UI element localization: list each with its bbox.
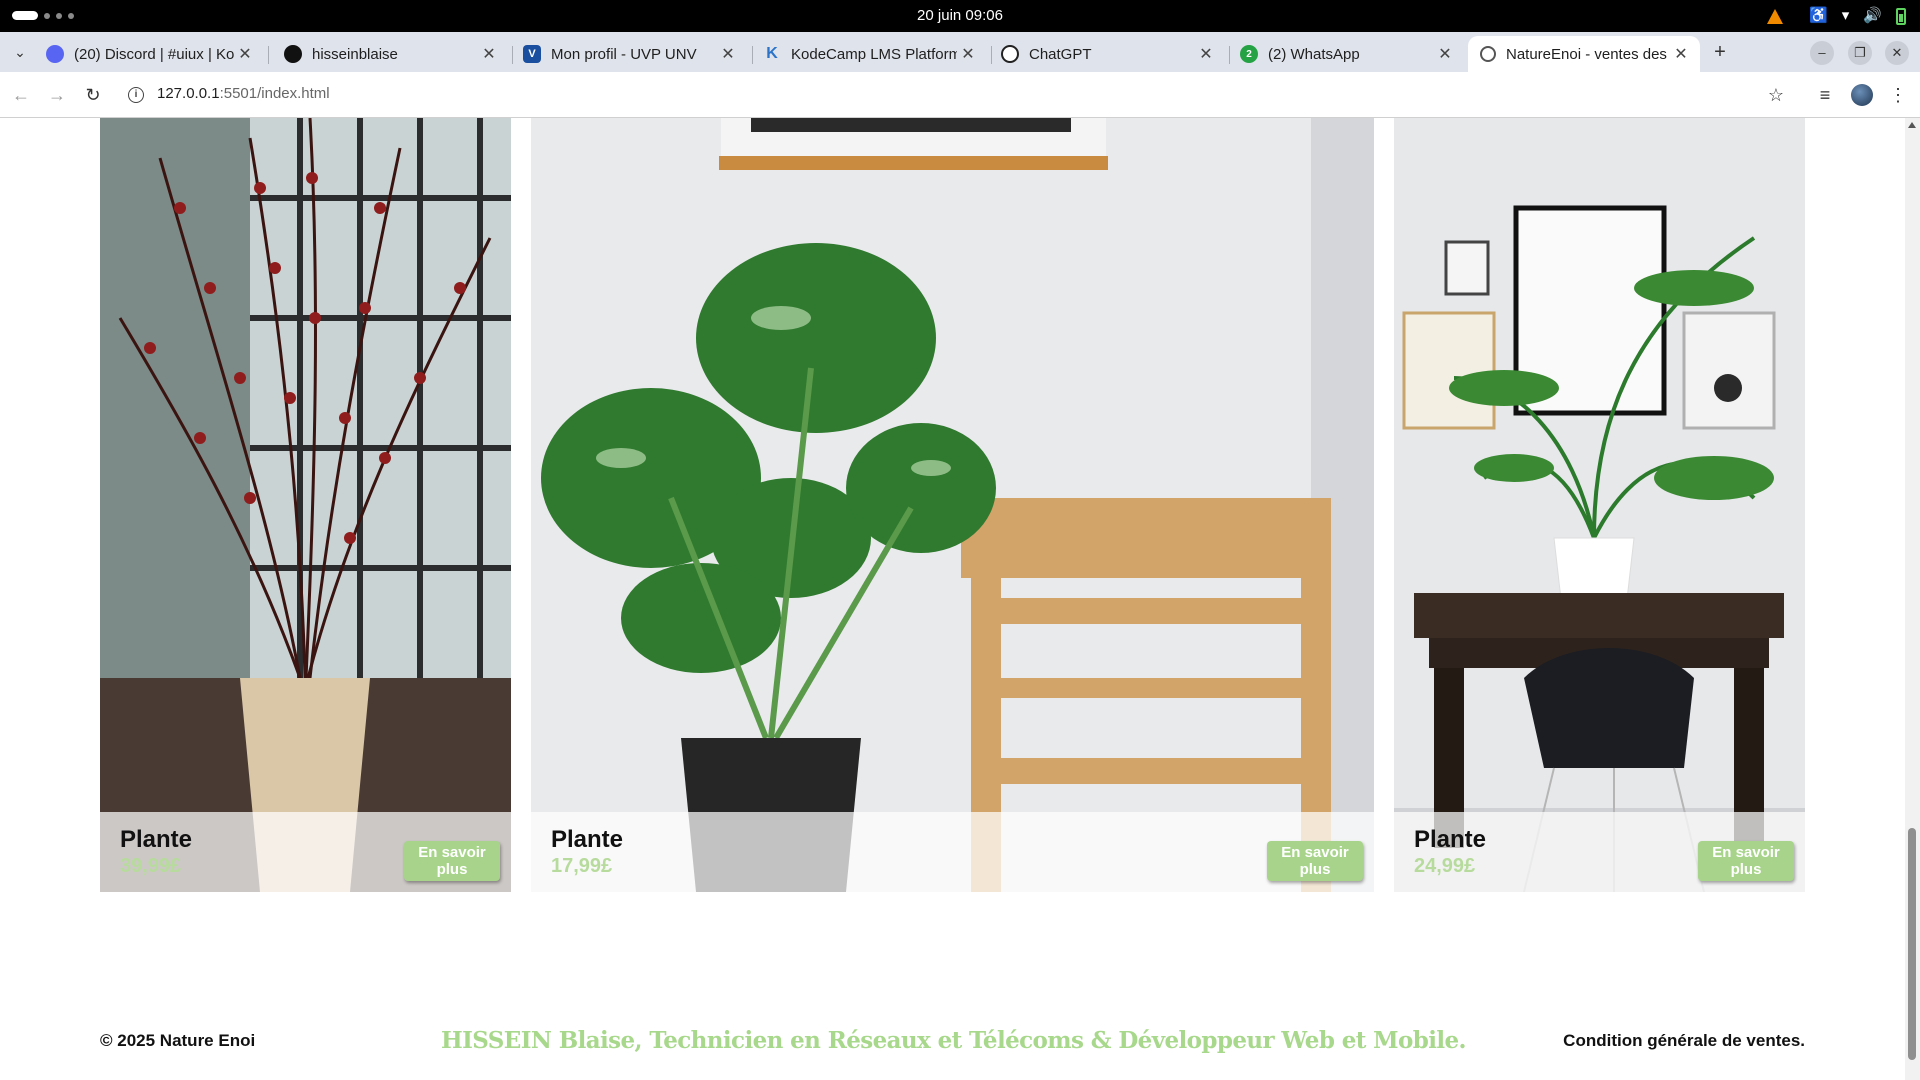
browser-toolbar: ← → ↻ i 127.0.0.1:5501/index.html ☆ ≡ ⋮ (0, 72, 1920, 118)
tab-title: (2) WhatsApp (1268, 45, 1360, 63)
close-icon[interactable]: ✕ (478, 44, 500, 64)
url-host: 127.0.0.1 (157, 85, 220, 102)
product-photo-palm (1394, 118, 1805, 892)
close-icon[interactable]: ✕ (957, 44, 979, 64)
scrollbar-thumb[interactable] (1908, 828, 1916, 1060)
github-icon (284, 45, 302, 63)
kodecamp-icon: K (766, 45, 778, 62)
wifi-icon[interactable]: ▾ (1842, 5, 1850, 27)
system-tray[interactable]: ♿ ▾ 🔊 (1767, 5, 1906, 27)
site-info-icon[interactable]: i (128, 87, 144, 103)
minimize-button[interactable]: – (1810, 41, 1834, 65)
product-photo-monstera (531, 118, 1374, 892)
tab-search-icon[interactable]: ⌄ (8, 40, 32, 64)
product-photo-willow (100, 118, 511, 892)
close-icon[interactable]: ✕ (717, 44, 739, 64)
url-path: :5501/index.html (219, 85, 330, 102)
vlc-icon[interactable] (1767, 8, 1784, 24)
restore-button[interactable]: ❐ (1848, 41, 1872, 65)
terms-link[interactable]: Condition générale de ventes. (1563, 1031, 1805, 1051)
tab-chatgpt[interactable]: ChatGPT ✕ (989, 36, 1225, 72)
product-name: Plante (551, 826, 624, 853)
uvp-icon: V (523, 45, 541, 63)
media-control-icon[interactable]: ≡ (1813, 83, 1837, 107)
volume-icon[interactable]: 🔊 (1863, 5, 1882, 27)
close-icon[interactable]: ✕ (1195, 44, 1217, 64)
tab-title: Mon profil - UVP UNV (551, 45, 697, 63)
battery-icon[interactable] (1896, 7, 1906, 25)
page-footer: © 2025 Nature Enoi HISSEIN Blaise, Techn… (100, 1023, 1805, 1063)
close-icon[interactable]: ✕ (1670, 44, 1692, 64)
tab-kodecamp[interactable]: K KodeCamp LMS Platform ✕ (751, 36, 987, 72)
learn-more-button[interactable]: En savoir plus (1267, 841, 1363, 881)
card-caption-overlay (531, 812, 1374, 892)
product-price: 24,99£ (1414, 855, 1476, 877)
discord-icon (46, 45, 64, 63)
tab-natureenoi[interactable]: NatureEnoi - ventes des p ✕ (1468, 36, 1700, 72)
footer-copyright: © 2025 Nature Enoi (100, 1031, 256, 1050)
tab-title: ChatGPT (1029, 45, 1092, 63)
product-card: Plante 17,99£ En savoir plus (531, 118, 1374, 892)
tab-github[interactable]: hisseinblaise ✕ (272, 36, 508, 72)
globe-icon (1480, 46, 1496, 62)
tab-title: hisseinblaise (312, 45, 398, 63)
tab-title: NatureEnoi - ventes des p (1506, 45, 1670, 63)
tab-discord[interactable]: (20) Discord | #uiux | Kod ✕ (34, 36, 264, 72)
product-card: Plante 39,99£ En savoir plus (100, 118, 511, 892)
back-button[interactable]: ← (9, 83, 33, 107)
forward-button[interactable]: → (45, 83, 69, 107)
close-icon[interactable]: ✕ (234, 44, 256, 64)
product-price: 39,99£ (120, 855, 182, 877)
new-tab-button[interactable]: + (1708, 40, 1732, 64)
product-name: Plante (120, 826, 193, 853)
tab-uvp[interactable]: V Mon profil - UVP UNV ✕ (511, 36, 747, 72)
system-top-bar: 20 juin 09:06 ♿ ▾ 🔊 (0, 0, 1920, 32)
product-name: Plante (1414, 826, 1487, 853)
chatgpt-icon (1001, 45, 1019, 63)
address-bar[interactable]: 127.0.0.1:5501/index.html (157, 85, 330, 102)
tab-strip: ⌄ (20) Discord | #uiux | Kod ✕ hisseinbl… (0, 32, 1920, 72)
product-price: 17,99£ (551, 855, 613, 877)
learn-more-button[interactable]: En savoir plus (1698, 841, 1794, 881)
tab-separator (268, 46, 269, 64)
profile-avatar[interactable] (1851, 84, 1873, 106)
product-card: Plante 24,99£ En savoir plus (1394, 118, 1805, 892)
reload-button[interactable]: ↻ (81, 83, 105, 107)
accessibility-icon[interactable]: ♿ (1809, 5, 1828, 27)
menu-icon[interactable]: ⋮ (1886, 83, 1910, 107)
tab-title: KodeCamp LMS Platform (791, 45, 957, 63)
clock[interactable]: 20 juin 09:06 (0, 7, 1920, 24)
whatsapp-icon: 2 (1240, 45, 1258, 63)
bookmark-star-icon[interactable]: ☆ (1764, 83, 1788, 107)
page-viewport: Plante 39,99£ En savoir plus Plante 17,9… (0, 118, 1905, 1080)
tab-title: (20) Discord | #uiux | Kod (74, 45, 234, 63)
footer-credit: HISSEIN Blaise, Technicien en Réseaux et… (441, 1027, 1467, 1054)
close-window-button[interactable]: ✕ (1885, 41, 1909, 65)
learn-more-button[interactable]: En savoir plus (404, 841, 500, 881)
close-icon[interactable]: ✕ (1434, 44, 1456, 64)
scroll-up-arrow[interactable] (1908, 122, 1916, 128)
tab-whatsapp[interactable]: 2 (2) WhatsApp ✕ (1228, 36, 1464, 72)
